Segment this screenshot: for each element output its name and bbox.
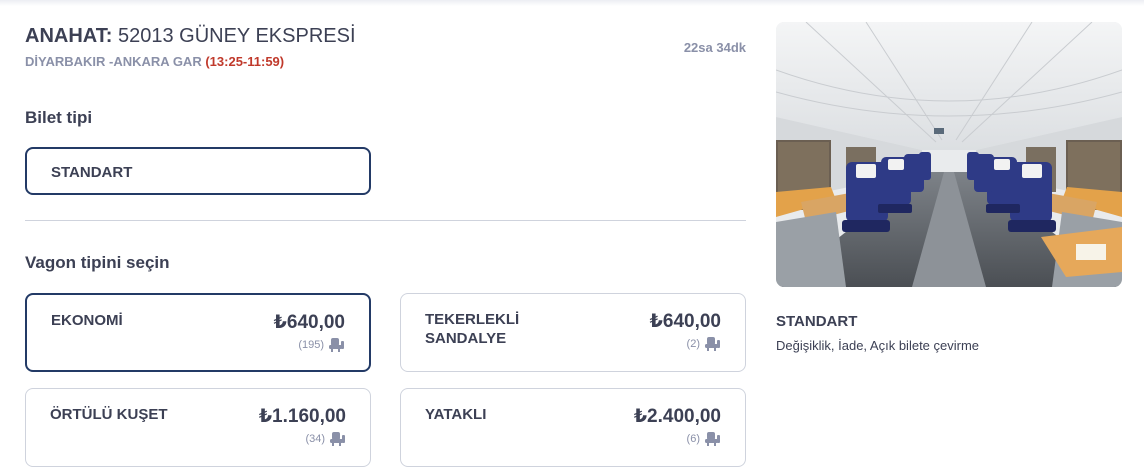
wagon-name: EKONOMİ — [51, 312, 123, 329]
wagon-option-ortulu-kuset[interactable]: ÖRTÜLÜ KUŞET ₺1.160,00 (34) — [25, 388, 371, 467]
wagon-seats: (2) — [687, 336, 721, 352]
train-prefix: ANAHAT: — [25, 25, 113, 47]
seat-count: (6) — [686, 433, 700, 445]
divider — [25, 220, 746, 221]
class-description: Değişiklik, İade, Açık bilete çevirme — [776, 338, 980, 353]
train-title: ANAHAT: 52013 GÜNEY EKSPRESİ — [25, 25, 356, 48]
ticket-type-select[interactable]: STANDART — [25, 147, 371, 195]
seat-icon — [705, 337, 720, 351]
train-interior-photo — [776, 22, 1122, 287]
wagon-price: ₺640,00 — [649, 311, 721, 332]
seat-icon — [330, 432, 345, 446]
trip-duration: 22sa 34dk — [683, 40, 746, 55]
wagon-name: ÖRTÜLÜ KUŞET — [50, 406, 168, 423]
seat-icon — [705, 432, 720, 446]
wagon-name: YATAKLI — [425, 406, 487, 423]
seat-count: (34) — [305, 433, 325, 445]
class-title: STANDART — [776, 313, 858, 330]
wagon-type-label: Vagon tipini seçin — [25, 253, 170, 272]
ticket-type-label: Bilet tipi — [25, 108, 93, 127]
class-info-panel: STANDART Değişiklik, İade, Açık bilete ç… — [776, 22, 1122, 353]
wagon-price: ₺2.400,00 — [633, 406, 721, 427]
wagon-option-tekerlekli-sandalye[interactable]: TEKERLEKLİ SANDALYE ₺640,00 (2) — [400, 293, 746, 372]
wagon-name: TEKERLEKLİ SANDALYE — [425, 311, 520, 347]
route-stations: DİYARBAKIR -ANKARA GAR — [25, 54, 202, 69]
wagon-option-ekonomi[interactable]: EKONOMİ ₺640,00 (195) — [25, 293, 371, 372]
wagon-seats: (34) — [305, 431, 346, 447]
wagon-seats: (195) — [298, 337, 345, 353]
journey-panel: ANAHAT: 52013 GÜNEY EKSPRESİ DİYARBAKIR … — [25, 0, 746, 470]
wagon-option-yatakli[interactable]: YATAKLI ₺2.400,00 (6) — [400, 388, 746, 467]
seat-icon — [329, 338, 344, 352]
seat-count: (2) — [686, 338, 700, 350]
seat-count: (195) — [298, 339, 324, 351]
route-info: DİYARBAKIR -ANKARA GAR (13:25-11:59) — [25, 54, 284, 69]
wagon-seats: (6) — [687, 431, 721, 447]
wagon-price: ₺1.160,00 — [258, 406, 346, 427]
route-time: (13:25-11:59) — [205, 54, 285, 69]
wagon-price: ₺640,00 — [273, 312, 345, 333]
train-name: 52013 GÜNEY EKSPRESİ — [117, 25, 356, 47]
